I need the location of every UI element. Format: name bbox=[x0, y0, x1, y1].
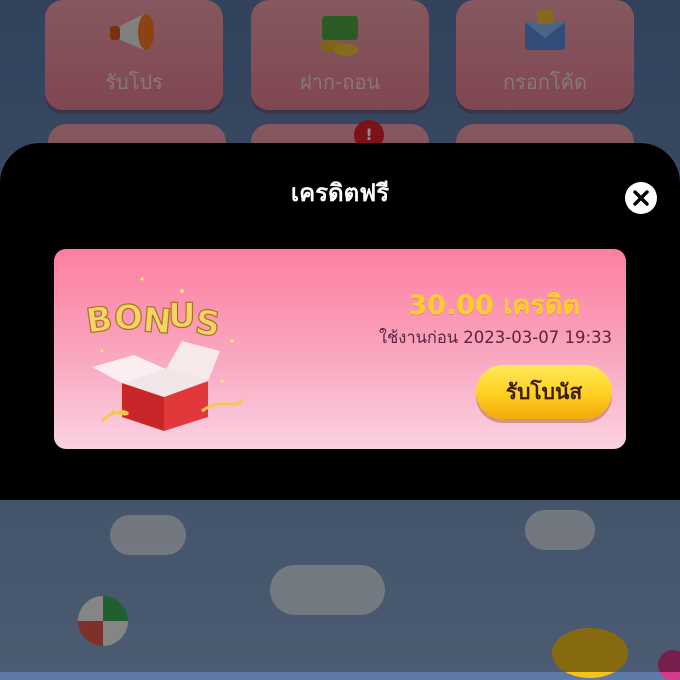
bonus-amount: 30.00 เครดิต bbox=[408, 290, 580, 321]
svg-text:U: U bbox=[168, 296, 196, 336]
svg-text:B: B bbox=[84, 299, 115, 342]
close-button[interactable] bbox=[625, 182, 657, 214]
free-credit-modal: เครดิตฟรี B O N U S 30.00 เครดิต ใช้งานก… bbox=[0, 143, 680, 500]
svg-text:O: O bbox=[114, 298, 143, 338]
modal-title: เครดิตฟรี bbox=[290, 179, 390, 207]
close-icon bbox=[633, 190, 649, 206]
bonus-expiry: ใช้งานก่อน 2023-03-07 19:33 bbox=[379, 328, 612, 347]
bonus-card: B O N U S 30.00 เครดิต ใช้งานก่อน 2023-0… bbox=[54, 249, 626, 449]
claim-bonus-button[interactable]: รับโบนัส bbox=[476, 365, 612, 419]
svg-text:S: S bbox=[193, 302, 223, 345]
bonus-gift-box-icon: B O N U S bbox=[83, 277, 244, 431]
